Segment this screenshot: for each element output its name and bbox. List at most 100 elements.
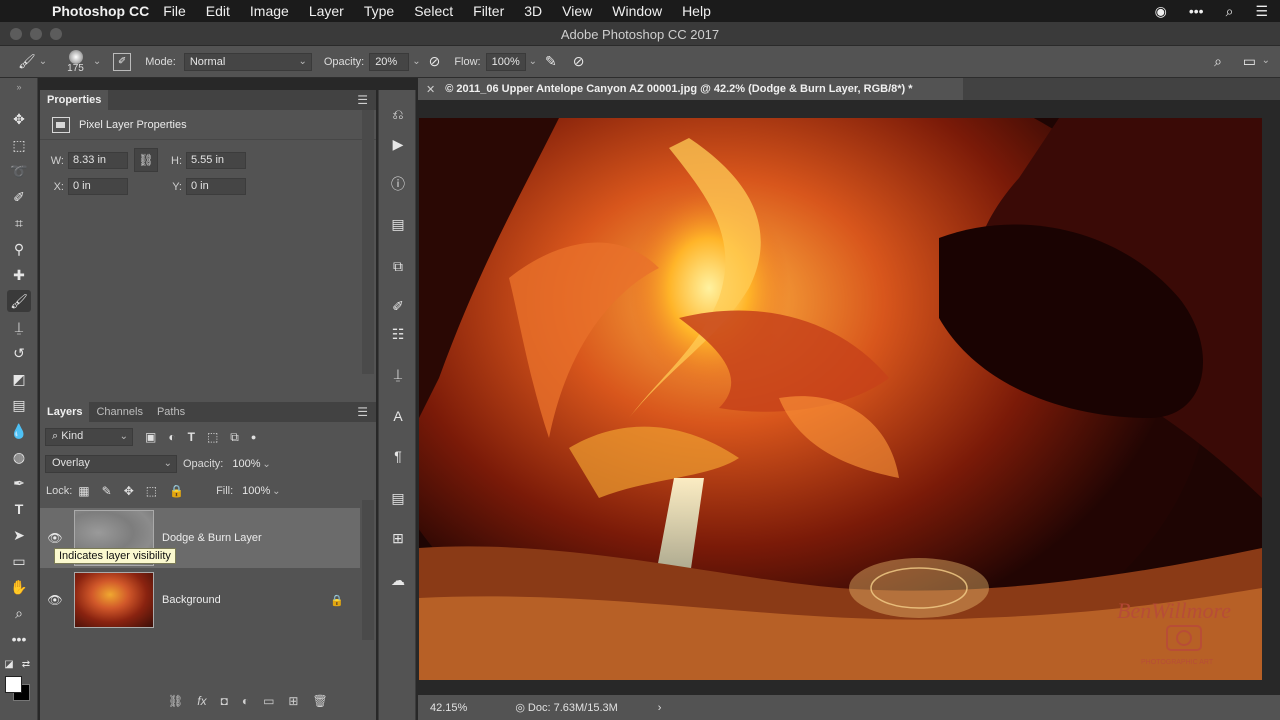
more-icon[interactable]: ••• xyxy=(1189,3,1204,19)
edit-toolbar-icon[interactable]: ••• xyxy=(7,628,31,650)
layer-filter-select[interactable]: ⌕ Kind ⌄ xyxy=(45,428,133,446)
info-panel-icon[interactable]: ⓘ xyxy=(388,174,408,194)
add-mask-icon[interactable]: ◘ xyxy=(221,694,228,708)
rectangle-tool-icon[interactable]: ▭ xyxy=(7,550,31,572)
foreground-color-swatch[interactable] xyxy=(5,676,22,693)
layers-scrollbar[interactable] xyxy=(362,500,374,640)
gradient-tool-icon[interactable]: ▤ xyxy=(7,394,31,416)
brush-panel-toggle-icon[interactable]: ✐ xyxy=(113,52,132,71)
healing-brush-tool-icon[interactable]: ✚ xyxy=(7,264,31,286)
adjustment-layer-icon[interactable]: ◐ xyxy=(242,694,249,708)
paragraph-panel-icon[interactable]: ¶ xyxy=(388,446,408,466)
clone-source-panel-icon[interactable]: ⧉ xyxy=(388,256,408,276)
brush-preset-caret-icon[interactable]: ⌄ xyxy=(93,56,101,67)
layer-opacity-input[interactable]: 100% xyxy=(227,455,260,473)
notification-list-icon[interactable]: ☰ xyxy=(1255,3,1268,20)
brush-icon[interactable]: 🖌 xyxy=(18,53,36,70)
lock-image-icon[interactable]: ✎ xyxy=(102,484,112,498)
canvas-area[interactable]: BenWillmore PHOTOGRAPHIC ART xyxy=(418,100,1280,695)
airbrush-icon[interactable]: ✎ xyxy=(545,53,557,70)
menu-edit[interactable]: Edit xyxy=(206,3,230,19)
menu-window[interactable]: Window xyxy=(612,3,662,19)
path-selection-tool-icon[interactable]: ➤ xyxy=(7,524,31,546)
search-icon[interactable]: ⌕ xyxy=(1214,53,1222,70)
workspace-caret-icon[interactable]: ⌄ xyxy=(1262,55,1270,66)
brush-panel-icon[interactable]: ✐ xyxy=(388,296,408,316)
type-tool-icon[interactable]: T xyxy=(7,498,31,520)
menu-select[interactable]: Select xyxy=(414,3,453,19)
zoom-level[interactable]: 42.15% xyxy=(430,702,467,714)
blend-mode-select[interactable]: Overlay ⌄ xyxy=(45,455,177,473)
filter-type-icon[interactable]: T xyxy=(188,430,195,444)
clone-stamp-tool-icon[interactable]: ⍊ xyxy=(7,316,31,338)
dodge-tool-icon[interactable]: ◍ xyxy=(7,446,31,468)
lock-position-icon[interactable]: ✥ xyxy=(124,484,134,498)
flow-slider-caret-icon[interactable]: ⌄ xyxy=(529,56,537,67)
document-tab[interactable]: ✕ © 2011_06 Upper Antelope Canyon AZ 000… xyxy=(418,78,963,100)
spotlight-search-icon[interactable]: ⌕ xyxy=(1226,3,1234,20)
history-brush-tool-icon[interactable]: ↺ xyxy=(7,342,31,364)
workspace-switcher-icon[interactable]: ▭ xyxy=(1243,53,1256,70)
flow-input[interactable]: 100% xyxy=(485,52,526,71)
pressure-size-icon[interactable]: ⊘ xyxy=(573,53,585,70)
layer-opacity-caret-icon[interactable]: ⌄ xyxy=(262,459,270,470)
tab-properties[interactable]: Properties xyxy=(40,90,109,110)
character-panel-icon[interactable]: A xyxy=(388,406,408,426)
quick-selection-tool-icon[interactable]: ✐ xyxy=(7,186,31,208)
link-layers-icon[interactable]: ⛓ xyxy=(168,694,183,708)
new-group-icon[interactable]: ▭ xyxy=(263,694,274,708)
filter-shape-icon[interactable]: ⬚ xyxy=(207,430,218,444)
menu-view[interactable]: View xyxy=(562,3,592,19)
properties-scrollbar[interactable] xyxy=(362,110,374,374)
toolbar-collapse-icon[interactable]: » xyxy=(7,82,31,92)
fill-input[interactable]: 100% xyxy=(237,482,270,500)
eye-icon[interactable]: 👁 xyxy=(40,531,70,545)
pen-tool-icon[interactable]: ✒ xyxy=(7,472,31,494)
move-tool-icon[interactable]: ✥ xyxy=(7,108,31,130)
eye-icon[interactable]: 👁 xyxy=(40,593,70,607)
mode-select[interactable]: Normal ⌄ xyxy=(183,52,312,71)
panel-menu-icon[interactable]: ☰ xyxy=(357,93,368,107)
lock-all-icon[interactable]: 🔒 xyxy=(169,484,184,498)
layers-panel-menu-icon[interactable]: ☰ xyxy=(357,405,368,419)
pressure-opacity-icon[interactable]: ⊘ xyxy=(429,53,441,70)
marquee-tool-icon[interactable]: ⬚ xyxy=(7,134,31,156)
lock-transparent-icon[interactable]: ▦ xyxy=(78,484,89,498)
tool-presets-panel-icon[interactable]: ⍊ xyxy=(388,364,408,384)
glyphs-panel-icon[interactable]: ⊞ xyxy=(388,528,408,548)
adjustments-panel-icon[interactable]: ☷ xyxy=(388,324,408,344)
tab-layers[interactable]: Layers xyxy=(40,402,90,422)
brush-tool-icon[interactable]: 🖌 xyxy=(7,290,31,312)
tab-paths[interactable]: Paths xyxy=(150,402,192,422)
filter-pixel-icon[interactable]: ▣ xyxy=(145,430,156,444)
app-name-menu[interactable]: Photoshop CC xyxy=(52,3,149,19)
fill-caret-icon[interactable]: ⌄ xyxy=(272,486,280,497)
menu-file[interactable]: File xyxy=(163,3,186,19)
close-document-icon[interactable]: ✕ xyxy=(426,83,435,96)
height-input[interactable]: 5.55 in xyxy=(186,152,246,169)
eyedropper-tool-icon[interactable]: ⚲ xyxy=(7,238,31,260)
menu-type[interactable]: Type xyxy=(364,3,394,19)
menu-3d[interactable]: 3D xyxy=(524,3,542,19)
swap-colors-icon[interactable]: ⇄ xyxy=(20,654,32,676)
paragraph-styles-panel-icon[interactable]: ▤ xyxy=(388,488,408,508)
lock-artboard-icon[interactable]: ⬚ xyxy=(146,484,157,498)
notes-panel-icon[interactable]: ▤ xyxy=(388,214,408,234)
tab-channels[interactable]: Channels xyxy=(89,402,149,422)
menu-layer[interactable]: Layer xyxy=(309,3,344,19)
layer-row-background[interactable]: 👁 Background 🔒 xyxy=(40,570,360,630)
tool-preset-caret-icon[interactable]: ⌄ xyxy=(39,56,47,67)
new-layer-icon[interactable]: ⊞ xyxy=(288,694,298,708)
menu-help[interactable]: Help xyxy=(682,3,711,19)
filter-adjustment-icon[interactable]: ◐ xyxy=(168,430,175,444)
libraries-panel-icon[interactable]: ☁ xyxy=(388,570,408,590)
filter-smart-object-icon[interactable]: ⧉ xyxy=(230,430,239,445)
blur-tool-icon[interactable]: 💧 xyxy=(7,420,31,442)
lasso-tool-icon[interactable]: ➰ xyxy=(7,160,31,182)
x-input[interactable]: 0 in xyxy=(68,178,128,195)
filter-toggle-icon[interactable]: ● xyxy=(251,432,256,442)
crop-tool-icon[interactable]: ⌗ xyxy=(7,212,31,234)
hand-tool-icon[interactable]: ✋ xyxy=(7,576,31,598)
default-colors-icon[interactable]: ◪ xyxy=(3,654,15,676)
history-panel-icon[interactable]: ⎌ xyxy=(388,104,408,124)
